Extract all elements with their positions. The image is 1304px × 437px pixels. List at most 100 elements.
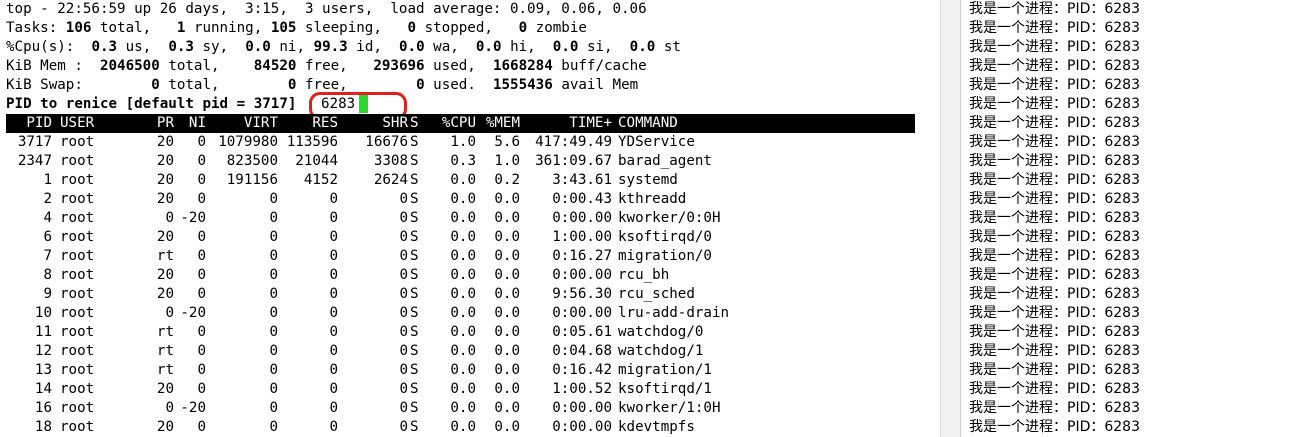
- cell-user: root: [60, 229, 95, 245]
- cell-user: root: [60, 362, 95, 378]
- output-terminal-pane[interactable]: 我是一个进程：PID：6283 我是一个进程：PID：6283 我是一个进程：PID…: [961, 0, 1304, 437]
- cell-pr: 0: [165, 400, 174, 416]
- cell-state: S: [410, 419, 419, 435]
- cell-state: S: [410, 229, 419, 245]
- col-shr[interactable]: SHR: [338, 114, 408, 133]
- table-row[interactable]: 2 root 20 0 0 0 0 S 0.0 0.0 0:00.43 kthreadd: [6, 190, 915, 209]
- cell-shr: 0: [399, 343, 408, 359]
- cell-pr: 20: [156, 191, 174, 207]
- col-command[interactable]: COMMAND: [618, 114, 678, 133]
- table-row[interactable]: 12 root rt 0 0 0 0 S 0.0 0.0 0:04.68 watchdog/1: [6, 342, 915, 361]
- cell-state: S: [410, 324, 419, 340]
- scrollbar-track[interactable]: [941, 0, 960, 437]
- cell-res: 0: [329, 248, 338, 264]
- table-row[interactable]: 14 root 20 0 0 0 0 S 0.0 0.0 1:00.52 ksoftirqd/1: [6, 380, 915, 399]
- cell-virt: 0: [269, 362, 278, 378]
- cell-shr: 16676: [365, 134, 408, 150]
- table-row[interactable]: 8 root 20 0 0 0 0 S 0.0 0.0 0:00.00 rcu_bh: [6, 266, 915, 285]
- cell-time: 0:04.68: [552, 343, 612, 359]
- cell-ni: 0: [197, 419, 206, 435]
- cell-mem: 5.6: [494, 134, 520, 150]
- col-time[interactable]: TIME+: [520, 114, 612, 133]
- cell-time: 0:05.61: [552, 324, 612, 340]
- col-user[interactable]: USER: [60, 114, 94, 133]
- table-row[interactable]: 3717 root 20 0 1079980 113596 16676 S 1.0 5.6 417:…: [6, 133, 915, 152]
- cell-pr: 20: [156, 286, 174, 302]
- table-row[interactable]: 10 root 0 -20 0 0 0 S 0.0 0.0 0:00.00 lru-add-drain: [6, 304, 915, 323]
- cell-command: kdevtmpfs: [618, 419, 695, 435]
- cell-state: S: [410, 267, 419, 283]
- cell-state: S: [410, 362, 419, 378]
- cell-shr: 0: [399, 362, 408, 378]
- cell-shr: 0: [399, 381, 408, 397]
- cell-user: root: [60, 305, 95, 321]
- log-line: 我是一个进程：PID：6283: [969, 134, 1140, 150]
- cell-cpu: 0.0: [450, 343, 476, 359]
- cell-res: 0: [329, 381, 338, 397]
- table-row[interactable]: 9 root 20 0 0 0 0 S 0.0 0.0 9:56.30 rcu_sched: [6, 285, 915, 304]
- cell-mem: 0.0: [494, 305, 520, 321]
- log-line: 我是一个进程：PID：6283: [969, 39, 1140, 55]
- cell-shr: 0: [399, 324, 408, 340]
- log-line: 我是一个进程：PID：6283: [969, 381, 1140, 397]
- cell-mem: 0.0: [494, 191, 520, 207]
- log-line: 我是一个进程：PID：6283: [969, 58, 1140, 74]
- cell-cpu: 0.3: [450, 153, 476, 169]
- cell-res: 0: [329, 419, 338, 435]
- col-mem[interactable]: %MEM: [476, 114, 520, 133]
- log-line: 我是一个进程：PID：6283: [969, 267, 1140, 283]
- cell-res: 0: [329, 229, 338, 245]
- table-row[interactable]: 11 root rt 0 0 0 0 S 0.0 0.0 0:05.61 watchdog/0: [6, 323, 915, 342]
- table-row[interactable]: 7 root rt 0 0 0 0 S 0.0 0.0 0:16.27 migration/0: [6, 247, 915, 266]
- table-row[interactable]: 4 root 0 -20 0 0 0 S 0.0 0.0 0:00.00 kworker/0:0H: [6, 209, 915, 228]
- col-res[interactable]: RES: [278, 114, 338, 133]
- cell-mem: 0.0: [494, 362, 520, 378]
- top-terminal-pane[interactable]: top - 22:56:59 up 26 days, 3:15, 3 users…: [0, 0, 940, 437]
- col-cpu[interactable]: %CPU: [422, 114, 476, 133]
- cell-pid: 9: [43, 286, 52, 302]
- cell-shr: 3308: [373, 153, 408, 169]
- cell-pid: 4: [43, 210, 52, 226]
- cell-pid: 11: [34, 324, 52, 340]
- cell-shr: 0: [399, 229, 408, 245]
- cell-pr: 20: [156, 229, 174, 245]
- table-row[interactable]: 18 root 20 0 0 0 0 S 0.0 0.0 0:00.00 kdevtmpfs: [6, 418, 915, 437]
- log-line: 我是一个进程：PID：6283: [969, 96, 1140, 112]
- table-row[interactable]: 2347 root 20 0 823500 21044 3308 S 0.3 1.0 361:09.…: [6, 152, 915, 171]
- cell-pr: 20: [156, 172, 174, 188]
- cell-pid: 12: [34, 343, 52, 359]
- cell-cpu: 0.0: [450, 172, 476, 188]
- cell-res: 4152: [303, 172, 338, 188]
- col-virt[interactable]: VIRT: [206, 114, 278, 133]
- cell-ni: -20: [180, 210, 206, 226]
- cell-virt: 0: [269, 191, 278, 207]
- table-row[interactable]: 16 root 0 -20 0 0 0 S 0.0 0.0 0:00.00 kworker/1:0H: [6, 399, 915, 418]
- table-row[interactable]: 1 root 20 0 191156 4152 2624 S 0.0 0.2 3:43.61 syst…: [6, 171, 915, 190]
- cell-cpu: 1.0: [450, 134, 476, 150]
- cell-mem: 0.0: [494, 210, 520, 226]
- cell-mem: 0.0: [494, 248, 520, 264]
- col-state[interactable]: S: [410, 114, 419, 133]
- col-ni[interactable]: NI: [174, 114, 206, 133]
- cell-command: systemd: [618, 172, 678, 188]
- cell-virt: 0: [269, 210, 278, 226]
- log-line: 我是一个进程：PID：6283: [969, 248, 1140, 264]
- cell-command: ksoftirqd/1: [618, 381, 712, 397]
- cell-command: rcu_sched: [618, 286, 695, 302]
- cell-ni: 0: [197, 362, 206, 378]
- cell-state: S: [410, 305, 419, 321]
- cell-pid: 10: [34, 305, 52, 321]
- table-row[interactable]: 13 root rt 0 0 0 0 S 0.0 0.0 0:16.42 migration/1: [6, 361, 915, 380]
- cell-user: root: [60, 286, 95, 302]
- cell-user: root: [60, 400, 95, 416]
- col-pr[interactable]: PR: [136, 114, 174, 133]
- cell-time: 361:09.67: [535, 153, 612, 169]
- cell-ni: 0: [197, 324, 206, 340]
- renice-prompt: PID to renice [default pid = 3717]: [6, 96, 297, 112]
- log-line: 我是一个进程：PID：6283: [969, 77, 1140, 93]
- cell-ni: 0: [197, 248, 206, 264]
- table-row[interactable]: 6 root 20 0 0 0 0 S 0.0 0.0 1:00.00 ksoftirqd/0: [6, 228, 915, 247]
- cell-pr: rt: [156, 324, 174, 340]
- cell-virt: 0: [269, 324, 278, 340]
- col-pid[interactable]: PID: [6, 114, 52, 133]
